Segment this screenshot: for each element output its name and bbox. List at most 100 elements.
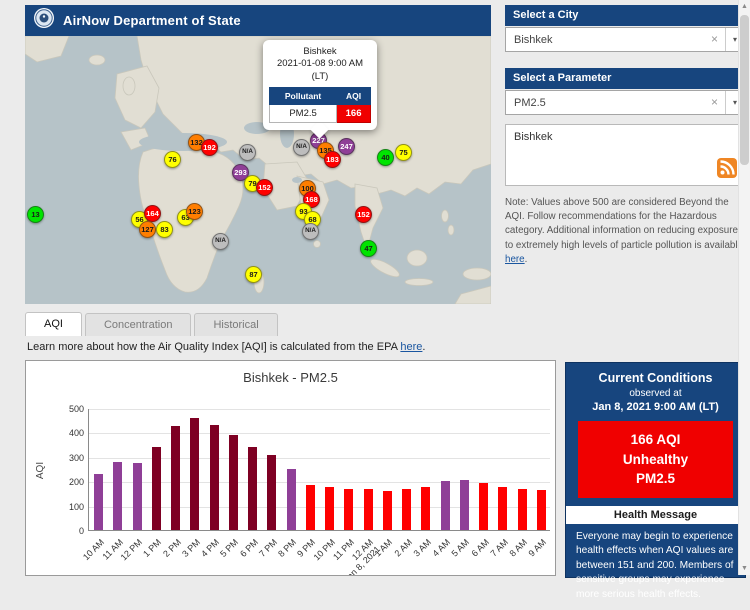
aqi-popup[interactable]: Bishkek 2021-01-08 9:00 AM (LT) Pollutan…	[263, 40, 377, 130]
chart-bar[interactable]	[287, 469, 296, 530]
map-marker[interactable]: N/A	[212, 233, 229, 250]
scrollbar-thumb[interactable]	[740, 15, 749, 165]
chart-bar[interactable]	[229, 435, 238, 530]
tab-historical[interactable]: Historical	[194, 313, 277, 336]
popup-datetime: 2021-01-08 9:00 AM	[269, 58, 371, 70]
y-axis-tick: 500	[69, 404, 84, 414]
chart-bar[interactable]	[460, 480, 469, 531]
page-title: AirNow Department of State	[63, 13, 241, 28]
popup-pollutant-value: PM2.5	[270, 105, 337, 123]
popup-col-aqi: AQI	[337, 88, 371, 105]
conditions-datetime: Jan 8, 2021 9:00 AM (LT)	[566, 401, 745, 413]
chart-bar[interactable]	[518, 489, 527, 530]
map-marker[interactable]: 152	[355, 206, 372, 223]
world-aqi-map[interactable]: 1376132192N/A29379152561641278363123N/AN…	[25, 36, 491, 304]
map-marker[interactable]: N/A	[293, 139, 310, 156]
popup-local-time: (LT)	[269, 71, 371, 83]
chart-bar[interactable]	[498, 487, 507, 530]
learn-more-text: Learn more about how the Air Quality Ind…	[27, 341, 425, 353]
city-select[interactable]: Bishkek × ▾	[505, 27, 745, 52]
learn-more-prefix: Learn more about how the Air Quality Ind…	[27, 341, 400, 353]
state-seal-icon	[33, 7, 55, 34]
y-axis-tick: 200	[69, 477, 84, 487]
map-marker[interactable]: 152	[256, 179, 273, 196]
chart-bar[interactable]	[210, 425, 219, 530]
aqi-category: Unhealthy	[582, 450, 729, 470]
chart-bar[interactable]	[421, 487, 430, 530]
chart-bar[interactable]	[479, 483, 488, 530]
chart-bar[interactable]	[537, 490, 546, 531]
map-marker[interactable]: 83	[156, 221, 173, 238]
map-marker[interactable]: N/A	[239, 144, 256, 161]
gridline	[89, 409, 550, 410]
beyond-aqi-note: Note: Values above 500 are considered Be…	[505, 196, 745, 267]
chart-bar[interactable]	[248, 447, 257, 530]
chart-bar[interactable]	[306, 485, 315, 530]
view-tabs: AQIConcentrationHistorical	[25, 312, 278, 336]
parameter-select-value: PM2.5	[514, 97, 546, 109]
popup-col-pollutant: Pollutant	[270, 88, 337, 105]
chart-bar[interactable]	[383, 491, 392, 530]
vertical-scrollbar[interactable]: ▲ ▼	[738, 0, 750, 575]
map-marker[interactable]: 40	[377, 149, 394, 166]
chart-bar[interactable]	[113, 462, 122, 530]
parameter-select[interactable]: PM2.5 × ▾	[505, 90, 745, 115]
tab-concentration[interactable]: Concentration	[85, 313, 192, 336]
chart-title: Bishkek - PM2.5	[26, 370, 555, 385]
aqi-status-box: 166 AQI Unhealthy PM2.5	[578, 421, 733, 498]
y-axis-tick: 0	[79, 526, 84, 536]
chart-bar[interactable]	[402, 489, 411, 530]
popup-aqi-value: 166	[337, 105, 371, 123]
map-marker[interactable]: 183	[324, 151, 341, 168]
map-marker[interactable]: 164	[144, 205, 161, 222]
map-marker[interactable]: 247	[338, 138, 355, 155]
rss-icon[interactable]	[717, 158, 737, 178]
chart-bar[interactable]	[267, 455, 276, 530]
current-conditions-panel: Current Conditions observed at Jan 8, 20…	[565, 362, 746, 578]
chart-bar[interactable]	[364, 489, 373, 530]
learn-more-suffix: .	[422, 341, 425, 353]
chart-bar[interactable]	[94, 474, 103, 530]
chart-plot-area: 010020030040050010 AM11 AM12 PM1 PM2 PM3…	[88, 409, 550, 531]
scroll-down-icon[interactable]: ▼	[739, 562, 750, 575]
chart-bar[interactable]	[133, 463, 142, 530]
note-text: Note: Values above 500 are considered Be…	[505, 197, 743, 251]
note-here-link[interactable]: here	[505, 254, 525, 265]
city-clear-icon[interactable]: ×	[704, 28, 726, 51]
map-marker[interactable]: 47	[360, 240, 377, 257]
feed-city-label: Bishkek	[514, 131, 553, 143]
basemap	[25, 36, 491, 304]
parameter-clear-icon[interactable]: ×	[704, 91, 726, 114]
chart-bar[interactable]	[344, 489, 353, 530]
map-marker[interactable]: 76	[164, 151, 181, 168]
city-feed-box: Bishkek	[505, 124, 745, 186]
health-message-title: Health Message	[566, 506, 745, 524]
tab-aqi[interactable]: AQI	[25, 312, 82, 336]
y-axis-tick: 100	[69, 502, 84, 512]
scroll-up-icon[interactable]: ▲	[739, 0, 750, 13]
y-axis-tick: 300	[69, 453, 84, 463]
map-marker[interactable]: 75	[395, 144, 412, 161]
select-city-header: Select a City	[505, 5, 745, 26]
map-marker[interactable]: 192	[201, 139, 218, 156]
popup-city: Bishkek	[269, 46, 371, 58]
chart-bar[interactable]	[171, 426, 180, 530]
conditions-title: Current Conditions	[566, 371, 745, 385]
map-marker[interactable]: 123	[186, 203, 203, 220]
chart-bar[interactable]	[190, 418, 199, 530]
select-parameter-header: Select a Parameter	[505, 68, 745, 89]
aqi-pollutant: PM2.5	[582, 469, 729, 489]
epa-link[interactable]: here	[400, 341, 422, 353]
note-suffix: .	[525, 254, 528, 265]
aqi-value: 166 AQI	[582, 430, 729, 450]
map-marker[interactable]: 127	[139, 221, 156, 238]
map-marker[interactable]: 13	[27, 206, 44, 223]
chart-bar[interactable]	[441, 481, 450, 530]
chart-bar[interactable]	[152, 447, 161, 530]
chart-bar[interactable]	[325, 487, 334, 530]
map-marker[interactable]: N/A	[302, 223, 319, 240]
y-axis-tick: 400	[69, 428, 84, 438]
aqi-chart: Bishkek - PM2.5 AQI 010020030040050010 A…	[25, 360, 556, 576]
gridline	[89, 433, 550, 434]
map-marker[interactable]: 87	[245, 266, 262, 283]
